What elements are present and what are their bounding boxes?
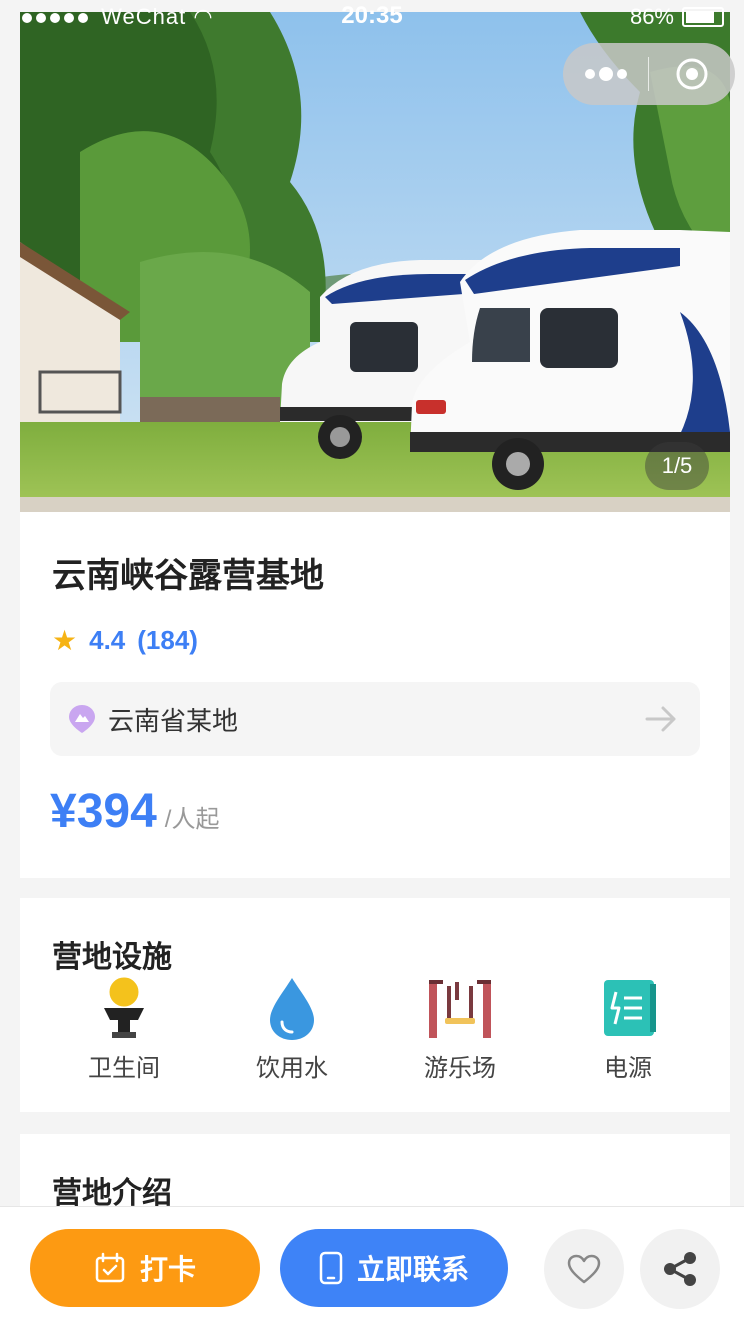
facility-power: 电源 <box>544 974 712 1083</box>
rating-score: 4.4 <box>89 625 126 655</box>
facilities-card: 营地设施 卫生间 饮用水 游乐场 电源 <box>20 898 730 1112</box>
arrow-right-icon <box>645 706 676 732</box>
miniprogram-capsule <box>563 43 735 105</box>
location-row[interactable]: 云南省某地 <box>50 682 700 756</box>
more-button[interactable] <box>563 43 648 105</box>
water-drop-icon <box>270 978 314 1040</box>
heart-icon <box>567 1254 601 1284</box>
more-dots-icon <box>584 67 627 81</box>
price-amount: ¥394 <box>50 785 157 838</box>
facilities-title: 营地设施 <box>52 941 172 974</box>
price: ¥394 /人起 <box>50 784 219 839</box>
calendar-check-icon <box>95 1252 125 1283</box>
close-miniprogram-button[interactable] <box>649 43 734 105</box>
favorite-button[interactable] <box>544 1229 624 1309</box>
contact-label: 立即联系 <box>356 1254 469 1285</box>
share-icon <box>664 1252 696 1286</box>
location-pin-icon <box>69 705 95 733</box>
review-count: (184) <box>137 625 198 655</box>
rating: ★ 4.4 (184) <box>52 624 198 657</box>
bottom-action-bar: 打卡 立即联系 <box>0 1206 744 1329</box>
facility-label: 卫生间 <box>88 1055 160 1082</box>
share-button[interactable] <box>640 1229 720 1309</box>
facility-toilet: 卫生间 <box>40 974 208 1083</box>
checkin-button[interactable]: 打卡 <box>30 1229 260 1307</box>
battery-percent: 86% <box>629 4 674 29</box>
battery-indicator: 86% <box>630 4 724 30</box>
facilities-list: 卫生间 饮用水 游乐场 电源 <box>20 974 730 1083</box>
location-text: 云南省某地 <box>108 705 239 736</box>
camp-name: 云南峡谷露营基地 <box>52 557 324 595</box>
star-icon: ★ <box>52 625 78 656</box>
facility-water: 饮用水 <box>208 974 376 1083</box>
contact-button[interactable]: 立即联系 <box>280 1229 508 1307</box>
power-icon <box>604 980 656 1036</box>
battery-icon <box>682 7 724 27</box>
camp-info-card: 云南峡谷露营基地 ★ 4.4 (184) 云南省某地 ¥394 /人起 <box>20 512 730 878</box>
facility-label: 饮用水 <box>256 1055 328 1082</box>
status-bar: WeChat ◠ 20:35 86% <box>0 0 744 34</box>
playground-icon <box>429 980 491 1038</box>
price-unit: /人起 <box>164 806 220 833</box>
target-icon <box>676 58 707 90</box>
phone-icon <box>319 1251 343 1285</box>
facility-label: 电源 <box>604 1055 652 1082</box>
checkin-label: 打卡 <box>139 1254 196 1285</box>
photo-pager: 1/5 <box>645 442 709 490</box>
intro-card: 营地介绍 <box>20 1134 730 1214</box>
facility-label: 游乐场 <box>424 1055 496 1082</box>
toilet-icon <box>104 974 144 1038</box>
facility-playground: 游乐场 <box>376 974 544 1083</box>
